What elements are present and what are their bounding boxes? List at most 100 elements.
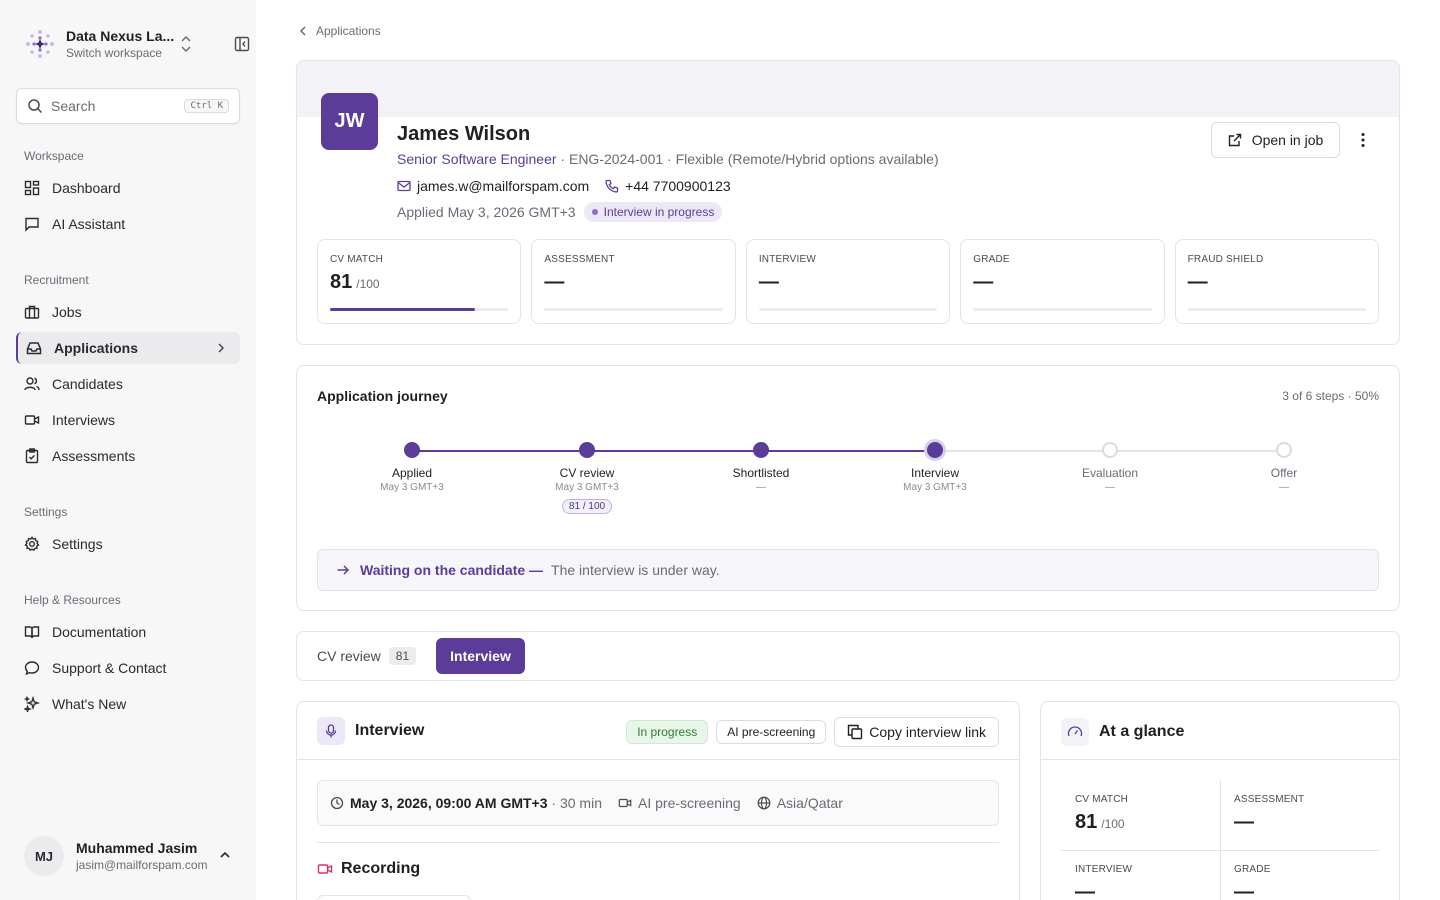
sidebar-item-ai-assistant[interactable]: AI Assistant [16, 208, 240, 240]
metric-progress-bar [544, 308, 723, 311]
candidate-avatar: JW [321, 93, 378, 150]
step-name: Evaluation [1081, 466, 1139, 480]
divider [1041, 759, 1399, 760]
sidebar-item-dashboard[interactable]: Dashboard [16, 172, 240, 204]
nav-section-label: Help & Resources [24, 593, 121, 607]
breadcrumb-applications[interactable]: Applications [316, 24, 381, 38]
step-name: Shortlisted [732, 466, 790, 480]
divider [317, 842, 999, 843]
candidate-applied-row: Applied May 3, 2026 GMT+3 Interview in p… [397, 202, 723, 222]
sidebar-item-documentation[interactable]: Documentation [16, 616, 240, 648]
chevron-left-icon [299, 26, 306, 36]
mail-icon [397, 180, 411, 192]
step-dot [404, 442, 420, 458]
book-icon [24, 626, 40, 639]
step-dot [927, 442, 943, 458]
metric-label: GRADE [973, 254, 1010, 265]
sidebar-item-support[interactable]: Support & Contact [16, 652, 240, 684]
step-date: — [1105, 482, 1115, 493]
step-name: CV review [559, 466, 615, 480]
sparkles-icon [24, 696, 40, 712]
metric-progress-bar [758, 308, 938, 311]
interview-header: Interview [317, 717, 424, 745]
step-date: May 3 GMT+3 [903, 482, 967, 493]
metric-number: 81 [330, 271, 353, 293]
interview-datetime-value: May 3, 2026, 09:00 AM GMT+3 [350, 795, 548, 811]
chevron-updown-icon [181, 35, 191, 53]
sidebar-item-applications[interactable]: Applications [16, 332, 240, 364]
candidate-email-item[interactable]: james.w@mailforspam.com [397, 178, 589, 194]
external-link-icon [1228, 133, 1241, 147]
profile-banner [297, 61, 1399, 117]
metric-number: — [973, 271, 994, 293]
metric-number: — [544, 271, 565, 293]
metric-number: — [758, 271, 779, 293]
interview-timezone: Asia/Qatar [757, 795, 843, 811]
interview-meta: May 3, 2026, 09:00 AM GMT+3 · 30 min AI … [317, 780, 999, 826]
glance-title: At a glance [1099, 723, 1185, 740]
score-metrics: CV MATCH 81/100 ASSESSMENT — INTERVIEW —… [317, 239, 1380, 324]
sidebar-collapse-icon[interactable] [234, 36, 250, 52]
breadcrumb[interactable]: Applications [298, 24, 381, 38]
glance-label: ASSESSMENT [1234, 794, 1305, 805]
glance-grid: CV MATCH 81/100 ASSESSMENT — INTERVIEW —… [1061, 780, 1379, 900]
tab-cv-review[interactable]: CV review 81 [317, 638, 417, 674]
workspace-name: Data Nexus La... [66, 28, 175, 44]
sidebar-item-interviews[interactable]: Interviews [16, 404, 240, 436]
glance-value: — [1234, 881, 1365, 900]
step-name: Interview [910, 466, 960, 480]
sidebar-item-jobs[interactable]: Jobs [16, 296, 240, 328]
glance-suffix: /100 [1101, 817, 1125, 831]
microphone-icon [317, 717, 345, 745]
candidate-role-link[interactable]: Senior Software Engineer [397, 151, 557, 167]
metric-value: — [1188, 271, 1366, 294]
more-vertical-icon[interactable] [1355, 131, 1371, 149]
open-in-job-button[interactable]: Open in job [1211, 122, 1340, 158]
workspace-logo [24, 28, 56, 60]
sidebar-item-candidates[interactable]: Candidates [16, 368, 240, 400]
metric-value: 81/100 [330, 271, 508, 294]
tab-interview[interactable]: Interview [436, 638, 525, 674]
step-date: May 3 GMT+3 [555, 482, 619, 493]
metric-label: FRAUD SHIELD [1187, 254, 1264, 265]
glance-grade: GRADE — [1220, 850, 1379, 900]
interview-card: Interview In progress AI pre-screening C… [296, 701, 1020, 900]
candidate-phone-item[interactable]: +44 7700900123 [605, 178, 731, 194]
sidebar-item-label: AI Assistant [52, 216, 126, 232]
video-icon [24, 415, 40, 425]
glance-assessment: ASSESSMENT — [1220, 780, 1379, 850]
dashboard-icon [24, 180, 40, 196]
waiting-text: The interview is under way. [551, 562, 720, 578]
metric-label: INTERVIEW [758, 254, 816, 265]
glance-number: — [1075, 881, 1095, 900]
sidebar-item-settings[interactable]: Settings [16, 528, 240, 560]
nav-section-label: Workspace [24, 149, 84, 163]
sidebar-item-assessments[interactable]: Assessments [16, 440, 240, 472]
video-icon [317, 864, 333, 874]
search-input[interactable]: Search Ctrl K [16, 88, 240, 124]
gear-icon [24, 536, 40, 552]
workspace-switcher[interactable]: Data Nexus La... Switch workspace [24, 26, 250, 62]
metric-value: — [973, 271, 1151, 294]
journey-track-fill [412, 450, 935, 452]
metric-suffix: /100 [356, 277, 380, 291]
metric-assessment: ASSESSMENT — [531, 239, 736, 324]
user-name: Muhammed Jasim [76, 840, 198, 856]
copy-interview-link-button[interactable]: Copy interview link [834, 717, 999, 747]
nav-settings: Settings Settings [16, 502, 240, 564]
user-menu[interactable]: MJ Muhammed Jasim jasim@mailforspam.com [24, 836, 240, 876]
journey-status-banner: Waiting on the candidate — The interview… [317, 549, 1379, 591]
inbox-icon [26, 342, 42, 355]
candidate-role-line: Senior Software Engineer · ENG-2024-001 … [397, 151, 939, 167]
glance-cv-match: CV MATCH 81/100 [1061, 780, 1220, 850]
glance-header: At a glance [1061, 718, 1184, 746]
sidebar-item-whats-new[interactable]: What's New [16, 688, 240, 720]
copy-interview-link-label: Copy interview link [869, 724, 986, 740]
step-date: — [1279, 482, 1289, 493]
glance-number: — [1234, 811, 1254, 833]
glance-value: — [1075, 881, 1206, 900]
users-icon [24, 377, 40, 391]
search-icon [28, 99, 43, 114]
candidate-email: james.w@mailforspam.com [417, 178, 590, 194]
nav-section-label: Settings [24, 505, 68, 519]
